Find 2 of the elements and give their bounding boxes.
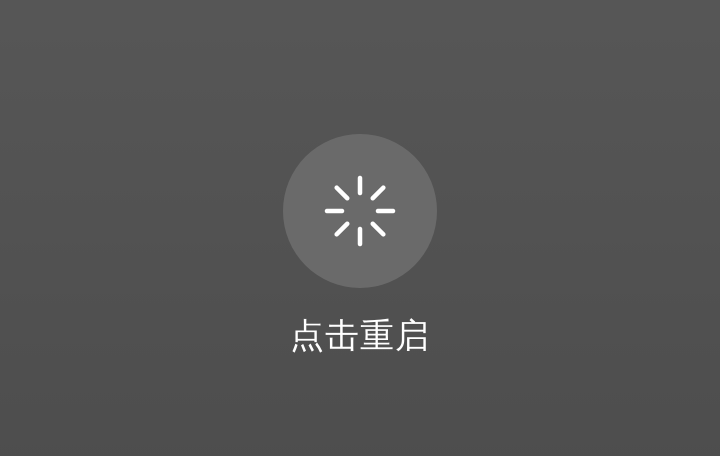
restart-label[interactable]: 点击重启 xyxy=(290,316,430,356)
spinner-icon xyxy=(324,175,396,247)
